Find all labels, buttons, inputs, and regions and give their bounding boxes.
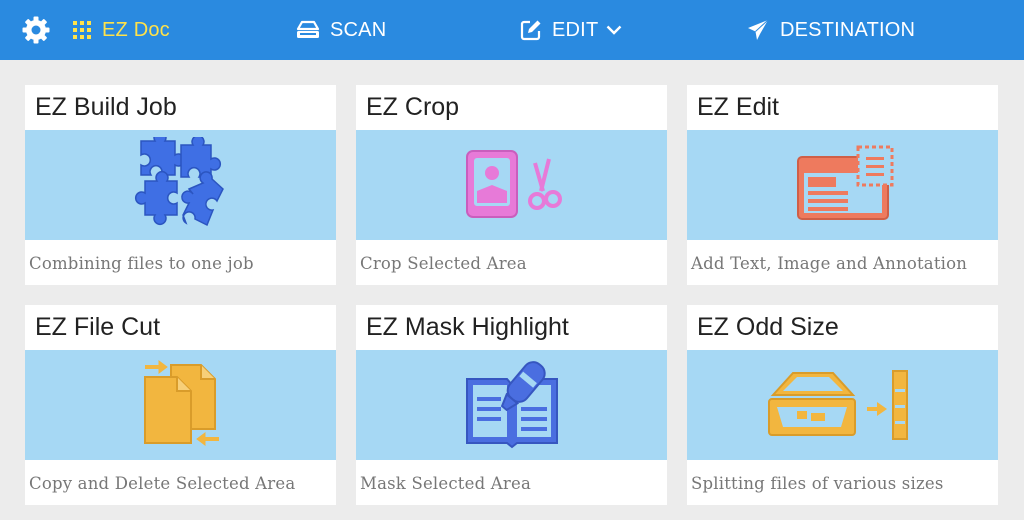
card-title: EZ Crop (366, 93, 460, 121)
scanner-icon (296, 20, 320, 38)
card-banner (25, 130, 336, 240)
scan-label: SCAN (330, 18, 387, 41)
edit-document-icon (796, 145, 893, 220)
ez-doc-label: EZ Doc (102, 18, 170, 41)
card-description: Add Text, Image and Annotation (691, 254, 968, 273)
crop-scissors-icon (465, 150, 562, 218)
card-ez-edit[interactable]: EZ Edit Add Text, Image and Annotation (687, 85, 998, 285)
card-ez-odd-size[interactable]: EZ Odd Size Splitting files of various s… (687, 305, 998, 505)
card-title: EZ Edit (697, 93, 779, 121)
scan-menu[interactable]: SCAN (296, 0, 386, 60)
card-title: EZ Mask Highlight (366, 313, 569, 341)
destination-menu[interactable]: DESTINATION (746, 0, 915, 60)
card-banner (687, 130, 998, 240)
card-title: EZ Build Job (35, 93, 177, 121)
scanner-split-icon (767, 370, 908, 440)
edit-label: EDIT (552, 18, 599, 41)
edit-pencil-icon (520, 20, 541, 41)
destination-label: DESTINATION (780, 18, 916, 41)
card-ez-build-job[interactable]: EZ Build Job Combining files to one job (25, 85, 336, 285)
card-banner (687, 350, 998, 460)
ez-doc-menu[interactable]: EZ Doc (72, 0, 170, 60)
card-description: Copy and Delete Selected Area (29, 474, 296, 493)
card-banner (25, 350, 336, 460)
card-title: EZ File Cut (35, 313, 161, 341)
apps-grid-icon (73, 21, 91, 39)
send-plane-icon (748, 19, 769, 40)
top-navigation-bar: EZ Doc SCAN EDIT DESTINATION (0, 0, 1024, 60)
file-cut-icon (143, 360, 219, 446)
card-banner (356, 130, 667, 240)
settings-button[interactable] (20, 0, 52, 60)
card-ez-mask-highlight[interactable]: EZ Mask Highlight Mask Selected Area (356, 305, 667, 505)
card-title: EZ Odd Size (697, 313, 839, 341)
edit-menu[interactable]: EDIT (520, 0, 622, 60)
card-description: Crop Selected Area (360, 254, 527, 273)
chevron-down-icon (607, 25, 622, 35)
gear-icon (22, 16, 50, 44)
card-description: Combining files to one job (29, 254, 254, 273)
card-description: Splitting files of various sizes (691, 474, 944, 493)
mask-highlight-icon (465, 361, 558, 449)
card-description: Mask Selected Area (360, 474, 532, 493)
card-banner (356, 350, 667, 460)
puzzle-icon (134, 137, 224, 227)
card-ez-crop[interactable]: EZ Crop Crop Selected Area (356, 85, 667, 285)
card-ez-file-cut[interactable]: EZ File Cut Copy and Delete Selected Are… (25, 305, 336, 505)
